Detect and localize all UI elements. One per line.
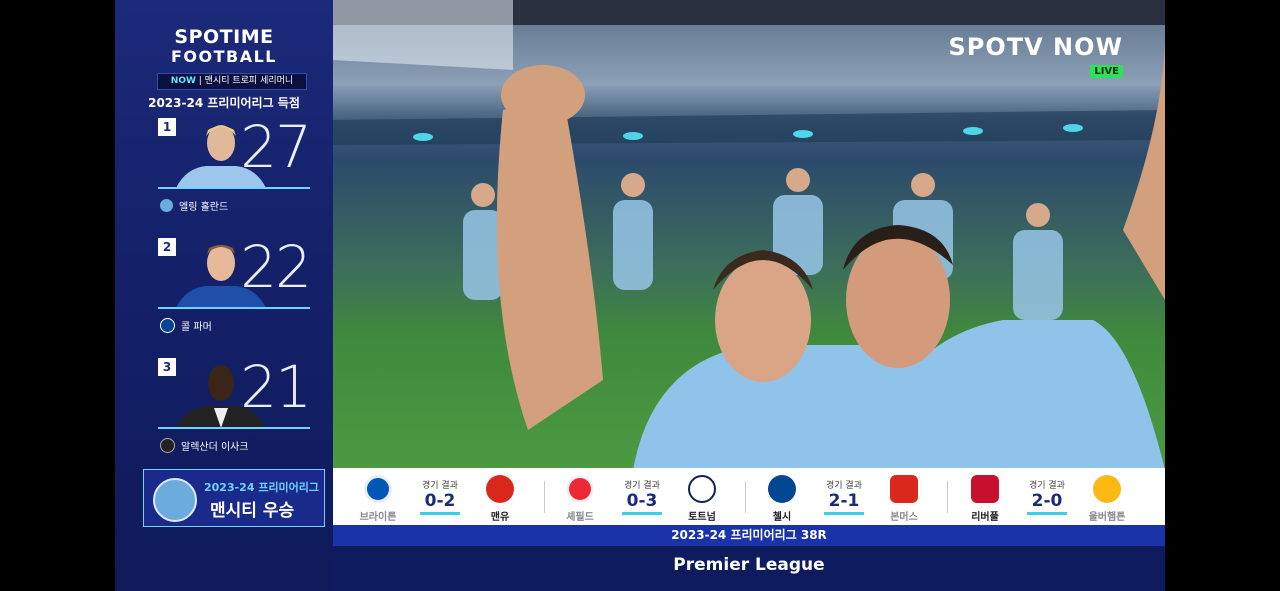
score-label: 경기 결과 <box>422 481 458 491</box>
champion-box: 2023-24 프리미어리그 맨시티 우승 <box>143 469 325 527</box>
home-team: 브라이튼 <box>353 475 403 523</box>
now-banner: NOW | 맨시티 트로피 세리머니 <box>157 73 307 90</box>
score-underline <box>824 512 864 515</box>
player-name: 콜 파머 <box>181 322 212 333</box>
team-name: 셰필드 <box>566 512 594 523</box>
premier-league-banner: Premier League <box>333 546 1165 591</box>
score-label: 경기 결과 <box>624 481 660 491</box>
team-name: 첼시 <box>772 512 792 523</box>
champion-season: 2023-24 프리미어리그 <box>204 481 320 494</box>
score-underline <box>1027 512 1067 515</box>
chelsea-badge-icon <box>768 475 796 503</box>
home-team: 리버풀 <box>960 475 1010 523</box>
score-value: 0-3 <box>626 491 658 511</box>
round-banner: 2023-24 프리미어리그 38R <box>333 525 1165 546</box>
chelsea-badge-icon <box>160 318 175 333</box>
goal-count: 22 <box>240 233 312 301</box>
bournemouth-badge-icon <box>890 475 918 503</box>
match-score: 경기 결과 2-1 <box>814 478 874 515</box>
scorer-card-3: 3 21 <box>158 353 312 428</box>
newcastle-badge-icon <box>160 438 175 453</box>
score-value: 2-0 <box>1031 491 1063 511</box>
spotime-football-logo: SPOTIME FOOTBALL <box>115 26 333 67</box>
scorer-card-2: 2 22 <box>158 233 312 308</box>
player-name-row: 콜 파머 <box>160 318 212 333</box>
wolves-badge-icon <box>1093 475 1121 503</box>
video-player[interactable]: SPOTV NOW LIVE <box>333 0 1165 468</box>
score-underline <box>622 512 662 515</box>
match-divider <box>544 481 545 513</box>
player-name-row: 알렉산더 이사크 <box>160 438 249 453</box>
match-score: 경기 결과 0-3 <box>612 478 672 515</box>
sidebar-panel: SPOTIME FOOTBALL NOW | 맨시티 트로피 세리머니 2023… <box>115 0 333 591</box>
rank-number: 3 <box>158 358 176 376</box>
team-name: 브라이튼 <box>359 512 397 523</box>
scorers-title: 2023-24 프리미어리그 득점 <box>148 96 300 110</box>
match-divider <box>947 481 948 513</box>
live-badge: LIVE <box>1090 65 1123 78</box>
team-name: 울버햄튼 <box>1088 512 1126 523</box>
man-utd-badge-icon <box>486 475 514 503</box>
match-score: 경기 결과 2-0 <box>1017 478 1077 515</box>
divider-line <box>158 307 310 309</box>
team-name: 본머스 <box>890 512 918 523</box>
celebration-scene <box>333 0 1165 468</box>
now-label: NOW <box>170 76 196 86</box>
brand-line1: SPOTIME <box>174 26 274 48</box>
rank-number: 2 <box>158 238 176 256</box>
sheffield-badge-icon <box>566 475 594 503</box>
goal-count: 27 <box>240 113 312 181</box>
man-city-crest-icon <box>153 478 197 522</box>
team-name: 맨유 <box>490 512 510 523</box>
team-name: 토트넘 <box>688 512 716 523</box>
away-team: 토트넘 <box>677 475 727 523</box>
team-name: 리버풀 <box>971 512 999 523</box>
match-divider <box>745 481 746 513</box>
away-team: 울버햄튼 <box>1082 475 1132 523</box>
brand-line2: FOOTBALL <box>170 47 277 66</box>
score-label: 경기 결과 <box>1029 481 1065 491</box>
score-label: 경기 결과 <box>826 481 862 491</box>
divider-line <box>158 187 310 189</box>
champion-title: 맨시티 우승 <box>210 501 295 521</box>
away-team: 맨유 <box>475 475 525 523</box>
brighton-badge-icon <box>364 475 392 503</box>
tottenham-badge-icon <box>688 475 716 503</box>
score-value: 2-1 <box>828 491 860 511</box>
now-text: | 맨시티 트로피 세리머니 <box>195 76 294 86</box>
spotv-now-logo: SPOTV NOW <box>948 33 1123 61</box>
player-name-row: 엘링 홀란드 <box>160 198 228 213</box>
scorer-card-1: 1 27 <box>158 113 312 188</box>
liverpool-badge-icon <box>971 475 999 503</box>
score-value: 0-2 <box>424 491 456 511</box>
score-underline <box>420 512 460 515</box>
home-team: 첼시 <box>757 475 807 523</box>
player-name: 엘링 홀란드 <box>179 202 229 213</box>
rank-number: 1 <box>158 118 176 136</box>
man-city-badge-icon <box>160 199 173 212</box>
match-score: 경기 결과 0-2 <box>410 478 470 515</box>
away-team: 본머스 <box>879 475 929 523</box>
match-results-bar: 브라이튼 경기 결과 0-2 맨유 셰필드 경기 결과 0-3 토트넘 첼시 경… <box>333 468 1165 525</box>
goal-count: 21 <box>240 353 312 421</box>
divider-line <box>158 427 310 429</box>
player-name: 알렉산더 이사크 <box>181 442 249 453</box>
home-team: 셰필드 <box>555 475 605 523</box>
